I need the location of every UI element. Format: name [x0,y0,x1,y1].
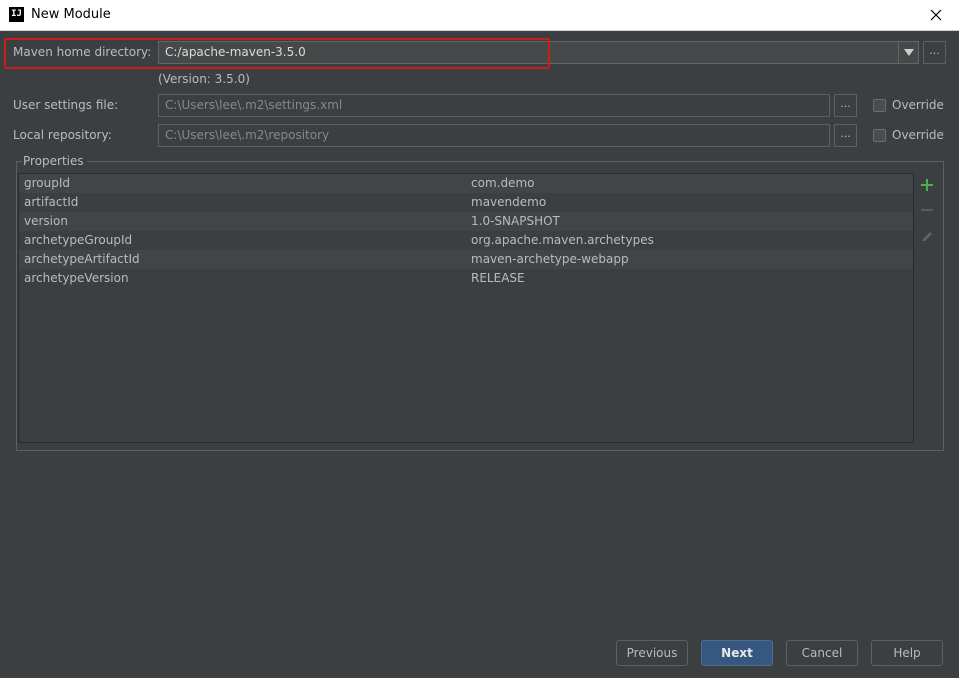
property-value: org.apache.maven.archetypes [471,233,654,247]
property-key: groupId [24,176,71,190]
properties-table[interactable]: groupId com.demo artifactId mavendemo ve… [18,173,914,443]
cancel-button[interactable]: Cancel [786,640,858,666]
property-key: version [24,214,68,228]
table-row[interactable]: version 1.0-SNAPSHOT [19,212,913,231]
remove-property-button[interactable] [920,203,934,217]
table-row[interactable]: archetypeGroupId org.apache.maven.archet… [19,231,913,250]
property-key: artifactId [24,195,79,209]
intellij-app-icon: IJ [9,7,24,22]
pencil-icon [922,232,932,241]
local-repository-override-label: Override [892,128,944,142]
window-title: New Module [31,7,111,22]
property-value: mavendemo [471,195,547,209]
chevron-down-icon [903,49,914,56]
property-value: com.demo [471,176,535,190]
property-value: 1.0-SNAPSHOT [471,214,560,228]
close-button[interactable] [913,0,959,30]
local-repository-label: Local repository: [13,128,112,142]
user-settings-browse-button[interactable]: ... [834,94,857,117]
edit-property-button[interactable] [920,228,934,242]
property-value: RELEASE [471,271,525,285]
title-bar: IJ New Module [0,0,959,31]
local-repository-field[interactable]: C:\Users\lee\.m2\repository [158,124,830,147]
user-settings-label: User settings file: [13,98,119,112]
user-settings-value: C:\Users\lee\.m2\settings.xml [165,98,343,112]
property-key: archetypeGroupId [24,233,133,247]
previous-button[interactable]: Previous [616,640,688,666]
next-button[interactable]: Next [701,640,773,666]
local-repository-override-checkbox[interactable] [873,129,886,142]
user-settings-override-checkbox[interactable] [873,99,886,112]
close-icon [930,9,942,21]
table-row[interactable]: artifactId mavendemo [19,193,913,212]
highlight-box [4,38,550,69]
user-settings-override-label: Override [892,98,944,112]
user-settings-field[interactable]: C:\Users\lee\.m2\settings.xml [158,94,830,117]
local-repository-browse-button[interactable]: ... [834,124,857,147]
properties-title: Properties [22,154,87,168]
help-button[interactable]: Help [871,640,943,666]
minus-icon [921,209,933,211]
table-row[interactable]: groupId com.demo [19,174,913,193]
maven-version-label: (Version: 3.5.0) [158,72,250,86]
property-key: archetypeVersion [24,271,129,285]
local-repository-value: C:\Users\lee\.m2\repository [165,128,330,142]
maven-home-dropdown[interactable] [898,41,918,64]
add-property-button[interactable] [920,178,934,192]
property-value: maven-archetype-webapp [471,252,629,266]
maven-home-browse-button[interactable]: ... [923,41,946,64]
table-row[interactable]: archetypeVersion RELEASE [19,269,913,288]
properties-toolbar [914,173,940,443]
table-row[interactable]: archetypeArtifactId maven-archetype-weba… [19,250,913,269]
property-key: archetypeArtifactId [24,252,140,266]
plus-icon [921,179,933,191]
